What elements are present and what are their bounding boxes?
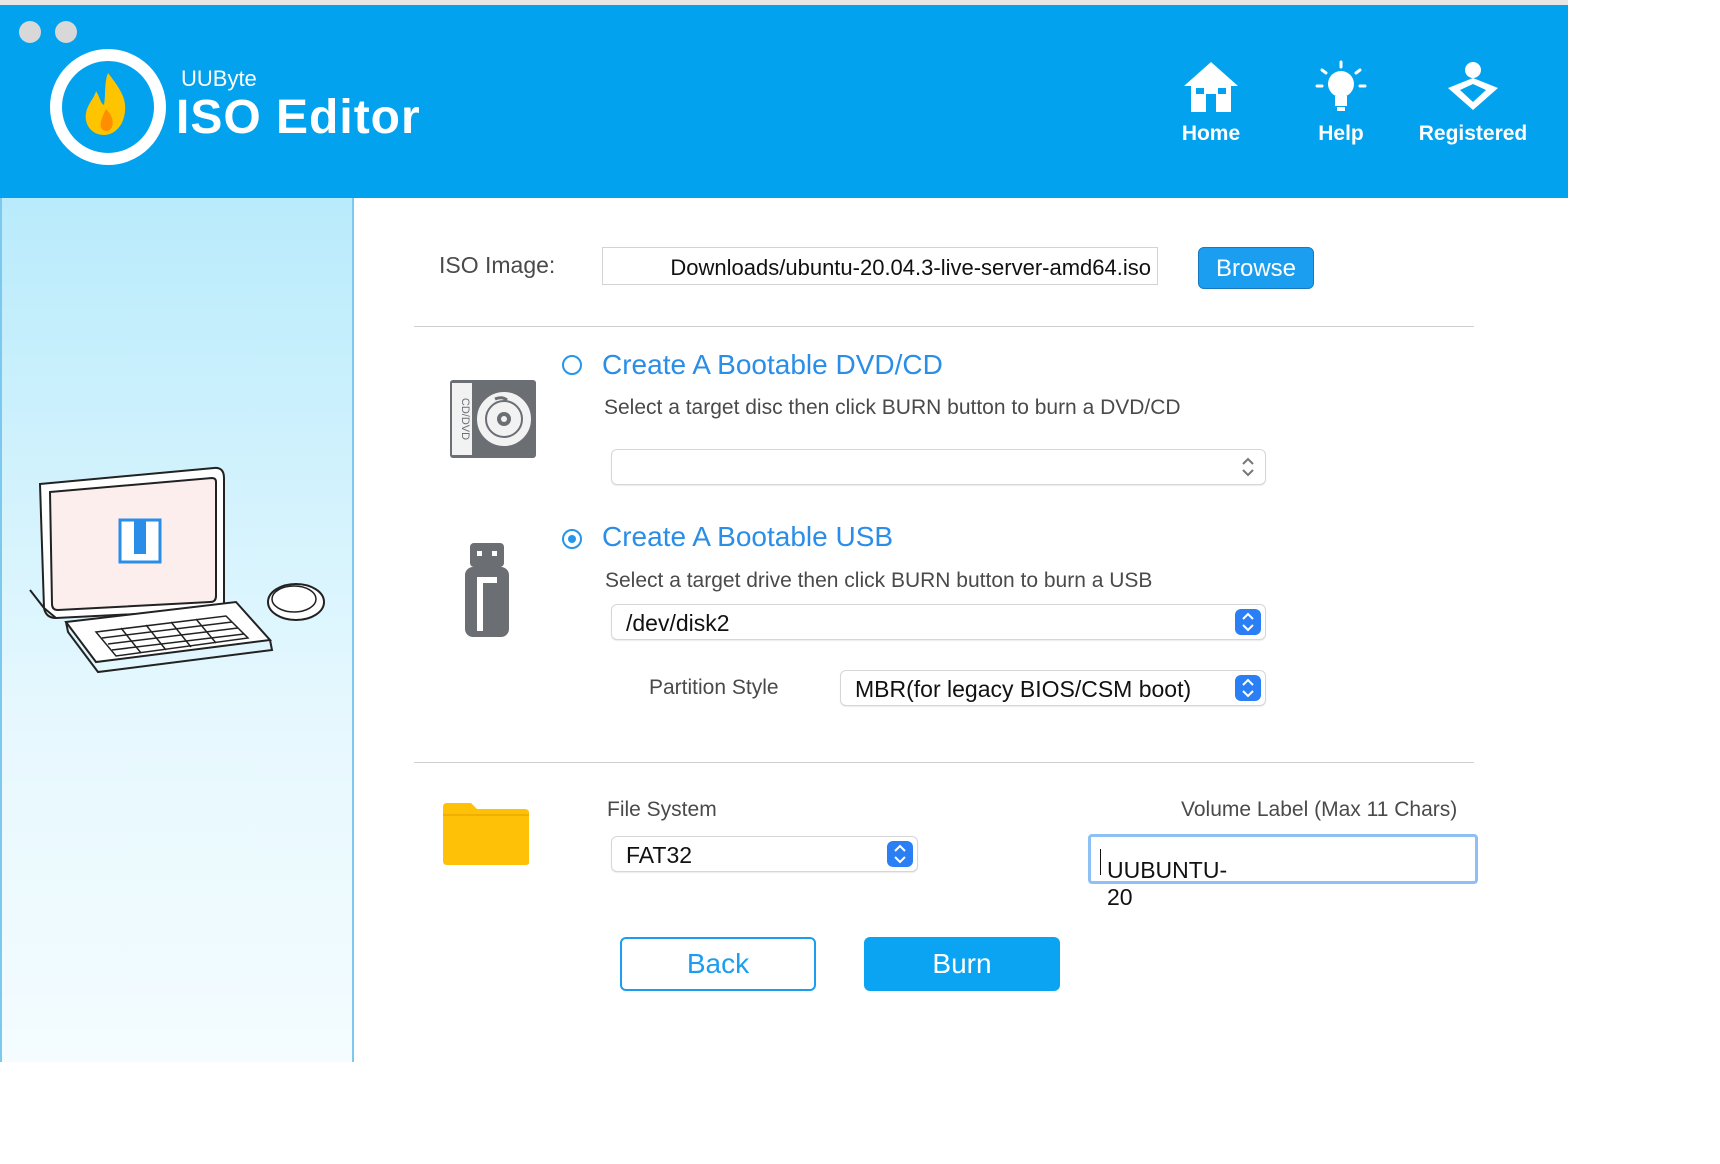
updown-arrows-icon	[1242, 678, 1254, 698]
app-window: UUByte ISO Editor Home Help Registered I…	[0, 0, 1568, 1062]
file-system-select[interactable]: FAT32	[611, 836, 918, 872]
volume-label-caption: Volume Label (Max 11 Chars)	[1181, 798, 1458, 821]
iso-image-label: ISO Image:	[439, 252, 556, 278]
usb-drive-icon	[465, 543, 509, 637]
updown-arrows-icon	[1242, 612, 1254, 632]
nav-help[interactable]: Help	[1286, 60, 1396, 146]
partition-style-value: MBR(for legacy BIOS/CSM boot)	[855, 676, 1192, 702]
file-system-stepper	[887, 841, 913, 867]
app-title: ISO Editor	[176, 91, 421, 144]
usb-drive-select[interactable]: /dev/disk2	[611, 604, 1266, 640]
dvd-option-title[interactable]: Create A Bootable DVD/CD	[602, 349, 943, 381]
browse-button[interactable]: Browse	[1198, 247, 1314, 289]
back-button[interactable]: Back	[620, 937, 816, 991]
usb-option-title[interactable]: Create A Bootable USB	[602, 521, 893, 553]
home-icon	[1184, 62, 1238, 112]
header-bar: UUByte ISO Editor Home Help Registered	[0, 0, 1568, 198]
nav-registered[interactable]: Registered	[1418, 60, 1528, 146]
disc-select[interactable]	[611, 449, 1266, 485]
file-system-value: FAT32	[626, 842, 693, 868]
sidebar-illustration-panel	[0, 198, 354, 1062]
window-minimize-button[interactable]	[55, 21, 77, 43]
background-window-strip	[0, 0, 1568, 5]
usb-drive-stepper	[1235, 609, 1261, 635]
divider-top	[414, 326, 1474, 327]
disc-select-stepper	[1235, 454, 1261, 480]
cd-dvd-icon-text: CD/DVD	[459, 398, 471, 440]
iso-path-value: Downloads/ubuntu-20.04.3-live-server-amd…	[670, 255, 1151, 280]
brand-small-text: UUByte	[181, 66, 257, 91]
usb-drive-value: /dev/disk2	[626, 610, 730, 636]
burn-button[interactable]: Burn	[864, 937, 1060, 991]
divider-bottom	[414, 762, 1474, 763]
nav-home-label: Home	[1181, 122, 1241, 145]
desktop-background-bottom	[0, 1062, 1720, 1164]
partition-style-label: Partition Style	[649, 676, 779, 699]
nav-registered-label: Registered	[1418, 122, 1528, 145]
cd-dvd-icon: CD/DVD	[450, 380, 536, 458]
nav-home[interactable]: Home	[1156, 60, 1266, 146]
volume-label-input[interactable]: UUBUNTU-20	[1088, 834, 1478, 910]
partition-style-select[interactable]: MBR(for legacy BIOS/CSM boot)	[840, 670, 1266, 706]
nav-help-label: Help	[1318, 122, 1364, 145]
usb-description: Select a target drive then click BURN bu…	[605, 569, 1153, 592]
volume-label-value: UUBUNTU-20	[1107, 857, 1228, 910]
app-logo-icon	[50, 49, 166, 165]
dvd-description: Select a target disc then click BURN but…	[604, 396, 1181, 419]
iso-path-field[interactable]: Downloads/ubuntu-20.04.3-live-server-amd…	[602, 247, 1158, 285]
updown-arrows-icon	[894, 844, 906, 864]
partition-style-stepper	[1235, 675, 1261, 701]
window-close-button[interactable]	[19, 21, 41, 43]
updown-arrows-icon	[1242, 457, 1254, 477]
file-system-label: File System	[607, 798, 717, 821]
folder-icon	[443, 803, 529, 865]
computer-illustration-icon	[29, 466, 325, 674]
usb-radio[interactable]	[562, 529, 582, 549]
lightbulb-icon	[1315, 60, 1367, 111]
desktop-background-right	[1568, 0, 1720, 1164]
text-cursor	[1100, 848, 1101, 875]
dvd-radio[interactable]	[562, 355, 582, 375]
registered-user-icon	[1448, 62, 1498, 110]
